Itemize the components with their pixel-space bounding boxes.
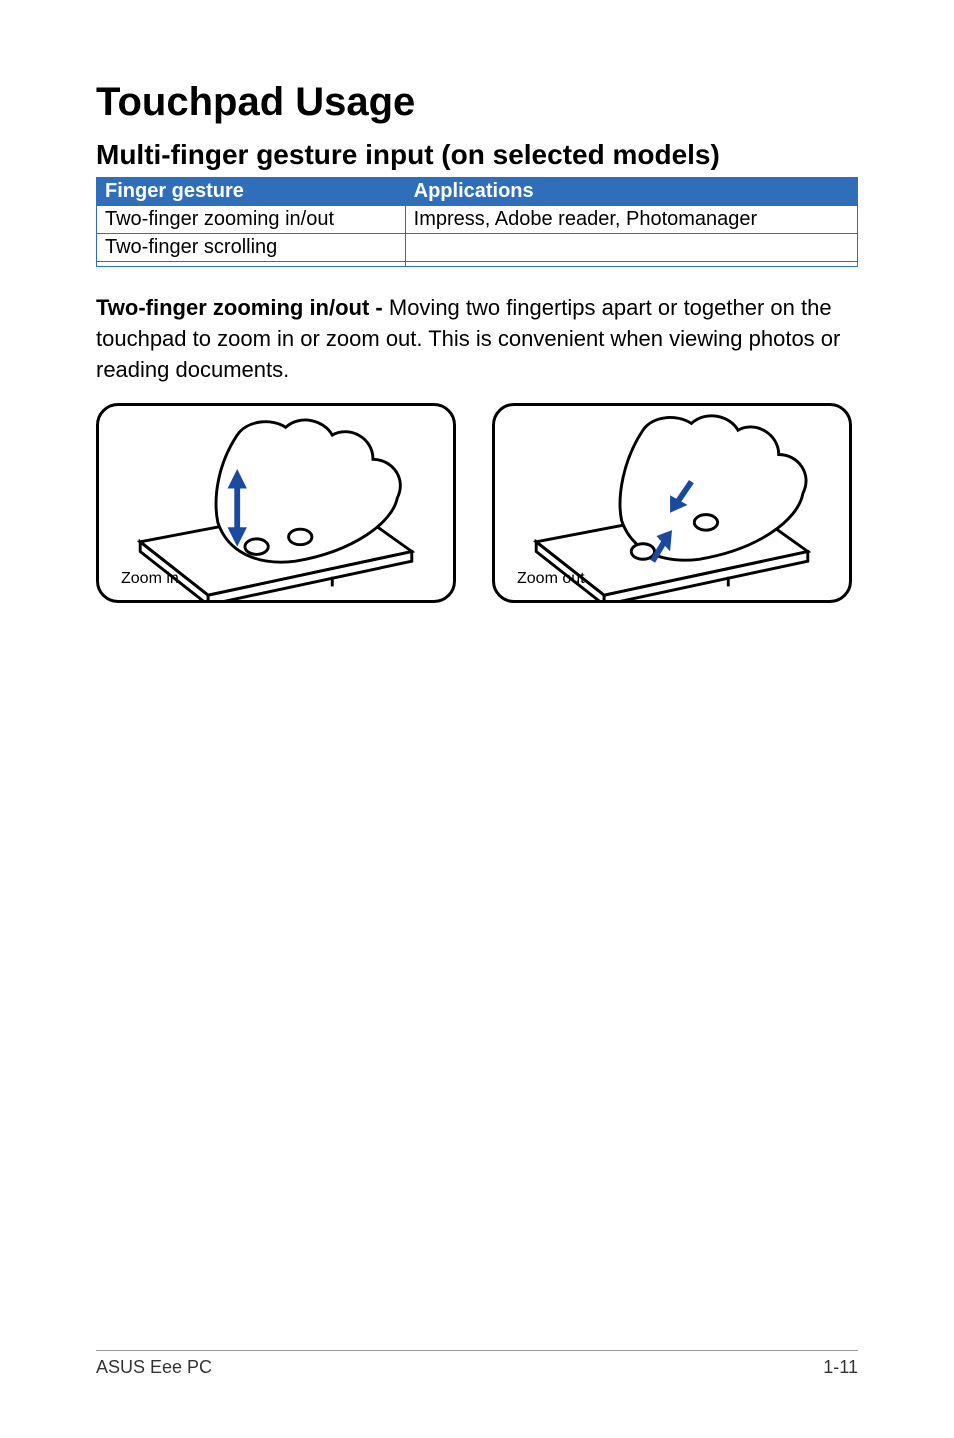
paragraph-lead: Two-finger zooming in/out - [96, 295, 389, 320]
table-row: Two-finger zooming in/out Impress, Adobe… [97, 206, 858, 234]
section-subtitle: Multi-finger gesture input (on selected … [96, 139, 858, 171]
page-footer: ASUS Eee PC 1-11 [96, 1350, 858, 1378]
document-page: Touchpad Usage Multi-finger gesture inpu… [0, 0, 954, 1438]
table-cell [405, 234, 857, 262]
footer-page-number: 1-11 [823, 1357, 858, 1378]
table-cell [405, 262, 857, 267]
description-paragraph: Two-finger zooming in/out - Moving two f… [96, 293, 858, 385]
zoom-in-caption: Zoom in [121, 570, 179, 588]
footer-left: ASUS Eee PC [96, 1357, 212, 1378]
gesture-table: Finger gesture Applications Two-finger z… [96, 177, 858, 267]
zoom-in-illustration: Zoom in [96, 403, 456, 603]
illustration-row: Zoom in Zoom out [96, 403, 858, 603]
table-cell: Two-finger scrolling [97, 234, 406, 262]
page-title: Touchpad Usage [96, 80, 858, 125]
table-cell: Two-finger zooming in/out [97, 206, 406, 234]
table-cell [97, 262, 406, 267]
zoom-out-caption: Zoom out [517, 570, 585, 588]
zoom-out-illustration: Zoom out [492, 403, 852, 603]
table-row [97, 262, 858, 267]
table-header-gesture: Finger gesture [97, 178, 406, 206]
table-header-applications: Applications [405, 178, 857, 206]
table-cell: Impress, Adobe reader, Photomanager [405, 206, 857, 234]
table-row: Two-finger scrolling [97, 234, 858, 262]
